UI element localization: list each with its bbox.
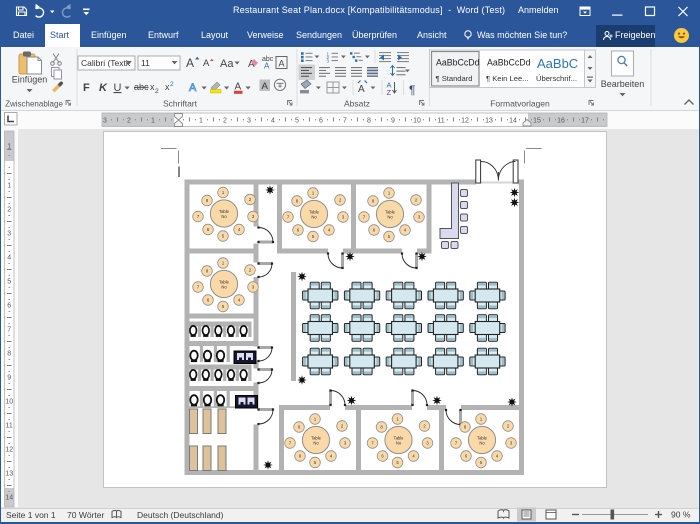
svg-text:11: 11 [141, 58, 150, 68]
svg-text:Schriftart: Schriftart [163, 99, 198, 109]
svg-text:A: A [189, 82, 197, 94]
svg-text:Bearbeiten: Bearbeiten [601, 79, 645, 89]
svg-text:AaBbCcDd: AaBbCcDd [487, 58, 531, 68]
svg-text:3: 3 [327, 59, 330, 64]
svg-text:2: 2 [155, 88, 159, 95]
svg-text:abc: abc [134, 82, 149, 92]
svg-text:F: F [83, 82, 90, 94]
svg-text:Formatvorlagen: Formatvorlagen [490, 99, 550, 109]
svg-text:A: A [279, 59, 285, 69]
svg-text:Einfügen: Einfügen [12, 75, 48, 85]
svg-text:AaBbCcDd: AaBbCcDd [436, 58, 480, 68]
svg-text:¶ Kein Lee...: ¶ Kein Lee... [486, 74, 529, 83]
svg-text:Absatz: Absatz [344, 99, 370, 109]
svg-text:Z: Z [387, 88, 392, 97]
svg-text:A: A [264, 62, 270, 71]
svg-text:¶ Standard: ¶ Standard [436, 74, 473, 83]
svg-text:U: U [114, 82, 122, 94]
svg-text:AaBbC: AaBbC [537, 56, 578, 71]
svg-text:Überschrif...: Überschrif... [536, 74, 577, 83]
svg-text:A: A [186, 56, 194, 70]
svg-text:2: 2 [170, 81, 174, 88]
svg-text:A: A [262, 81, 269, 92]
svg-text:Aa: Aa [220, 58, 234, 70]
svg-text:Calibri (Textk: Calibri (Textk [81, 58, 131, 68]
svg-text:A: A [358, 84, 365, 95]
svg-text:¶: ¶ [409, 83, 415, 97]
svg-text:K: K [99, 82, 108, 94]
svg-text:Zwischenablage: Zwischenablage [5, 100, 63, 109]
svg-text:A: A [203, 58, 210, 69]
